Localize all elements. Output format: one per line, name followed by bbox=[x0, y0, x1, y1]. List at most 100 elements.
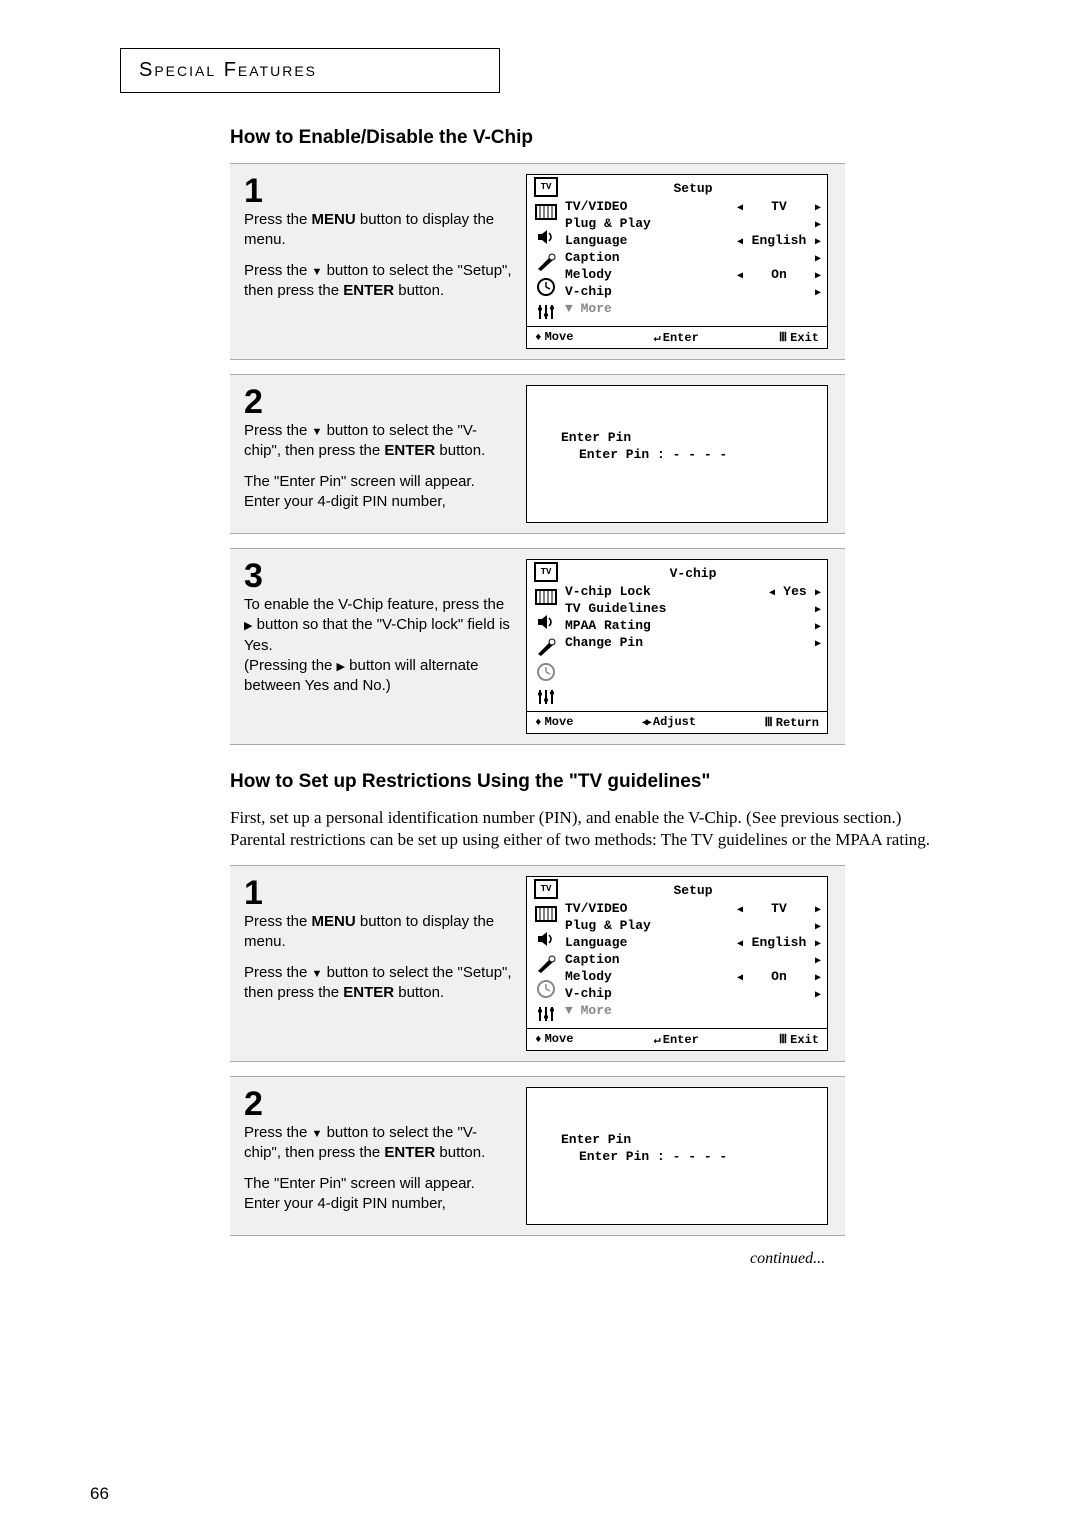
osd-item: Change Pin bbox=[565, 634, 821, 651]
osd-item: V-chip LockYes bbox=[565, 583, 821, 600]
step-number: 2 bbox=[244, 385, 512, 419]
osd-item: TV Guidelines bbox=[565, 600, 821, 617]
right-triangle-icon bbox=[815, 267, 821, 282]
osd-title: Setup bbox=[565, 879, 821, 900]
picture-icon bbox=[534, 587, 558, 607]
s2-step-1-text: 1 Press the MENU button to display the m… bbox=[230, 866, 526, 1061]
osd-screen: Enter Pin Enter Pin : - - - - bbox=[526, 1087, 828, 1225]
instruction: To enable the V-Chip feature, press the … bbox=[244, 595, 512, 656]
footer-return: Return bbox=[765, 715, 820, 730]
down-arrow-icon bbox=[312, 964, 323, 981]
osd-item: MelodyOn bbox=[565, 266, 821, 283]
step-1-text: 1 Press the MENU button to display the m… bbox=[230, 164, 526, 359]
osd-screen: Enter Pin Enter Pin : - - - - bbox=[526, 385, 828, 523]
step-1-osd: TV Setup TV/VIDEOTV Plug & Play Language… bbox=[526, 164, 845, 359]
step-number: 3 bbox=[244, 559, 512, 593]
tv-icon: TV bbox=[534, 879, 558, 899]
instruction: Press the MENU button to display the men… bbox=[244, 210, 512, 251]
step-1-row: 1 Press the MENU button to display the m… bbox=[230, 163, 845, 360]
page-number: 66 bbox=[90, 1484, 109, 1504]
footer-move: Move bbox=[535, 1032, 573, 1047]
speaker-icon bbox=[534, 929, 558, 949]
tool-icon bbox=[534, 252, 558, 272]
clock-icon bbox=[534, 662, 558, 682]
tool-icon bbox=[534, 637, 558, 657]
s2-step-2-row: 2 Press the button to select the "V-chip… bbox=[230, 1076, 845, 1236]
s2-step-2-text: 2 Press the button to select the "V-chip… bbox=[230, 1077, 526, 1235]
osd-icon-column: TV bbox=[527, 560, 561, 711]
osd-item: MelodyOn bbox=[565, 968, 821, 985]
osd-item: TV/VIDEOTV bbox=[565, 198, 821, 215]
continued-label: continued... bbox=[750, 1250, 980, 1268]
right-triangle-icon bbox=[815, 969, 821, 984]
osd-item: MPAA Rating bbox=[565, 617, 821, 634]
osd-more: ▼ More bbox=[565, 300, 821, 317]
osd-item: Caption bbox=[565, 951, 821, 968]
right-arrow-icon bbox=[337, 657, 345, 674]
enter-pin-screen: Enter Pin Enter Pin : - - - - bbox=[527, 386, 827, 522]
osd-icon-column: TV bbox=[527, 175, 561, 326]
instruction: (Pressing the button will alternate betw… bbox=[244, 656, 512, 697]
osd-menu-list: Setup TV/VIDEOTV Plug & Play LanguageEng… bbox=[561, 175, 827, 326]
osd-item: V-chip bbox=[565, 283, 821, 300]
right-triangle-icon bbox=[815, 284, 821, 299]
clock-icon bbox=[534, 979, 558, 999]
right-triangle-icon bbox=[815, 986, 821, 1001]
down-arrow-icon bbox=[312, 422, 323, 439]
osd-title: Setup bbox=[565, 177, 821, 198]
step-2-osd: Enter Pin Enter Pin : - - - - bbox=[526, 375, 845, 533]
osd-icon-column: TV bbox=[527, 877, 561, 1028]
tool-icon bbox=[534, 954, 558, 974]
osd-item: Plug & Play bbox=[565, 917, 821, 934]
picture-icon bbox=[534, 202, 558, 222]
osd-item: LanguageEnglish bbox=[565, 934, 821, 951]
right-triangle-icon bbox=[815, 584, 821, 599]
instruction: The "Enter Pin" screen will appear. Ente… bbox=[244, 472, 512, 513]
right-triangle-icon bbox=[815, 233, 821, 248]
osd-screen: TV V-chip V-chip LockYes TV Guidelines M… bbox=[526, 559, 828, 734]
picture-icon bbox=[534, 904, 558, 924]
osd-item: Plug & Play bbox=[565, 215, 821, 232]
osd-item: V-chip bbox=[565, 985, 821, 1002]
osd-footer: Move Enter Exit bbox=[527, 326, 827, 348]
subsection-title-1: How to Enable/Disable the V-Chip bbox=[230, 127, 980, 149]
sliders-icon bbox=[534, 1004, 558, 1024]
footer-exit: Exit bbox=[779, 330, 819, 345]
osd-menu-list: Setup TV/VIDEOTV Plug & Play LanguageEng… bbox=[561, 877, 827, 1028]
footer-enter: Enter bbox=[654, 330, 699, 345]
section-header: Special Features bbox=[139, 59, 317, 81]
instruction: Press the MENU button to display the men… bbox=[244, 912, 512, 953]
footer-exit: Exit bbox=[779, 1032, 819, 1047]
right-triangle-icon bbox=[815, 199, 821, 214]
subsection-title-2: How to Set up Restrictions Using the "TV… bbox=[230, 771, 980, 793]
right-triangle-icon bbox=[815, 901, 821, 916]
down-arrow-icon bbox=[312, 262, 323, 279]
right-triangle-icon bbox=[815, 635, 821, 650]
instruction: Press the button to select the "Setup", … bbox=[244, 261, 512, 302]
osd-screen: TV Setup TV/VIDEOTV Plug & Play Language… bbox=[526, 876, 828, 1051]
footer-move: Move bbox=[535, 715, 573, 730]
step-number: 1 bbox=[244, 876, 512, 910]
pin-prompt: Enter Pin : - - - - bbox=[561, 1149, 807, 1164]
pin-prompt: Enter Pin : - - - - bbox=[561, 447, 807, 462]
step-3-osd: TV V-chip V-chip LockYes TV Guidelines M… bbox=[526, 549, 845, 744]
right-triangle-icon bbox=[815, 952, 821, 967]
right-triangle-icon bbox=[815, 216, 821, 231]
speaker-icon bbox=[534, 612, 558, 632]
instruction: Press the button to select the "Setup", … bbox=[244, 963, 512, 1004]
footer-enter: Enter bbox=[654, 1032, 699, 1047]
osd-more: ▼ More bbox=[565, 1002, 821, 1019]
s2-step-1-osd: TV Setup TV/VIDEOTV Plug & Play Language… bbox=[526, 866, 845, 1061]
enter-pin-screen: Enter Pin Enter Pin : - - - - bbox=[527, 1088, 827, 1224]
pin-title: Enter Pin bbox=[561, 1132, 807, 1147]
right-triangle-icon bbox=[815, 918, 821, 933]
s2-step-2-osd: Enter Pin Enter Pin : - - - - bbox=[526, 1077, 845, 1235]
instruction: The "Enter Pin" screen will appear. Ente… bbox=[244, 1174, 512, 1215]
tv-icon: TV bbox=[534, 177, 558, 197]
right-triangle-icon bbox=[815, 618, 821, 633]
right-triangle-icon bbox=[815, 250, 821, 265]
osd-item: LanguageEnglish bbox=[565, 232, 821, 249]
down-arrow-icon bbox=[312, 1124, 323, 1141]
footer-move: Move bbox=[535, 330, 573, 345]
osd-item: TV/VIDEOTV bbox=[565, 900, 821, 917]
